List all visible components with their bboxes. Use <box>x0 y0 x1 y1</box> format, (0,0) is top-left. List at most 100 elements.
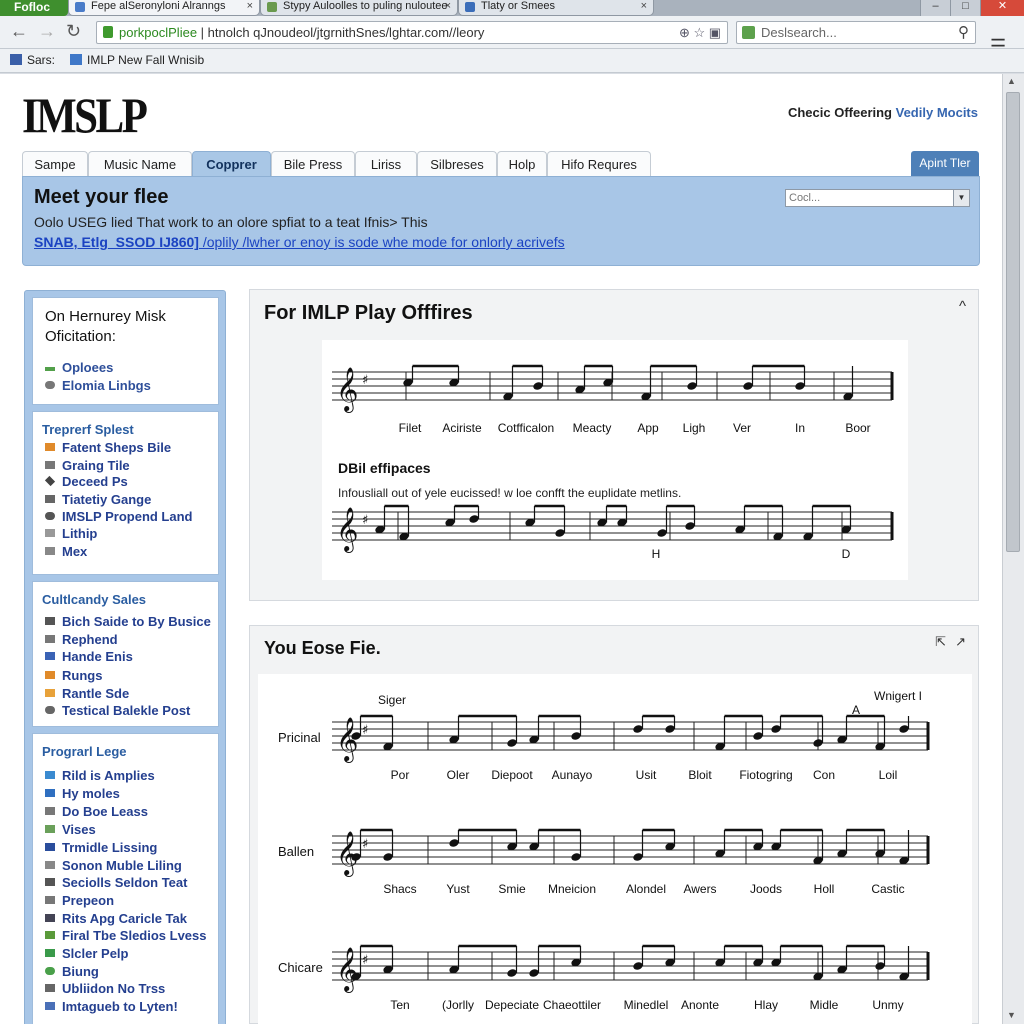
chart-icon <box>45 771 55 779</box>
sidebar-item[interactable]: Seciolls Seldon Teat <box>45 875 187 890</box>
sidebar-item[interactable]: Prepeon <box>45 893 114 908</box>
sidebar-item[interactable]: Do Boe Leass <box>45 804 148 819</box>
browser-tab-1[interactable]: Fepe alSeronyloni Alranngs × <box>68 0 260 16</box>
sidebar-box-heading: Cultlcandy Sales <box>42 592 147 607</box>
address-bar-icons[interactable]: ⊕ ☆ ▣ <box>679 22 721 43</box>
bookmark-item[interactable]: Sars: <box>10 49 55 71</box>
sidebar-item[interactable]: Biung <box>45 964 99 979</box>
sidebar-item[interactable]: Rits Apg Caricle Tak <box>45 911 187 926</box>
staff-label: Usit <box>636 768 657 782</box>
sidebar-item[interactable]: Testical Balekle Post <box>45 703 190 718</box>
tab-hifo-requres[interactable]: Hifo Requres <box>547 151 651 177</box>
sidebar-item-label: Rungs <box>62 668 103 683</box>
forward-arrow-icon[interactable]: → <box>38 21 56 42</box>
sidebar-item-label: Firal Tbe Sledios Lvess <box>62 928 207 943</box>
staff-label: Minedlel <box>624 998 669 1012</box>
staff-label: Unmy <box>872 998 903 1012</box>
collapse-icon[interactable]: ^ <box>959 298 966 315</box>
sidebar-item[interactable]: Ubliidon No Trss <box>45 981 165 996</box>
site-logo[interactable]: IMSLP <box>22 86 148 144</box>
minimize-button[interactable]: – <box>920 0 950 16</box>
globe-icon <box>45 967 55 975</box>
sidebar-item[interactable]: Vises <box>45 822 96 837</box>
tab-liriss[interactable]: Liriss <box>355 151 417 177</box>
sidebar-item[interactable]: Rantle Sde <box>45 686 129 701</box>
sidebar-item[interactable]: Rephend <box>45 632 118 647</box>
scroll-down-icon[interactable]: ▼ <box>1007 1010 1016 1020</box>
add-button[interactable]: Apint Tler <box>911 151 979 176</box>
staff-label: Loil <box>879 768 898 782</box>
expand-icon[interactable]: ⇱ <box>935 634 946 650</box>
bullet-icon <box>45 367 55 371</box>
sidebar-item[interactable]: Hande Enis <box>45 649 133 664</box>
vertical-scrollbar[interactable]: ▲ ▼ <box>1002 74 1024 1024</box>
chevron-down-icon[interactable]: ▼ <box>953 190 969 206</box>
sidebar-box-heading: Prograrl Lege <box>42 744 127 759</box>
browser-tab-title: Stypy Auloolles to puling nuloutee <box>283 0 448 12</box>
close-window-button[interactable]: ✕ <box>980 0 1024 16</box>
sidebar-item[interactable]: Lithip <box>45 526 97 541</box>
browser-tab-2[interactable]: Stypy Auloolles to puling nuloutee × <box>260 0 458 16</box>
staff-label: Alondel <box>626 882 666 896</box>
image-icon <box>45 547 55 555</box>
select-placeholder: Cocl... <box>789 192 821 204</box>
open-external-icon[interactable]: ↗ <box>955 634 966 650</box>
bookmark-item[interactable]: IMLP New Fall Wnisib <box>70 49 204 71</box>
address-bar[interactable]: porkpoclPliee | htnolch qJnoudeol/jtgrni… <box>96 21 728 44</box>
tab-sampe[interactable]: Sampe <box>22 151 88 177</box>
sidebar-item-label: Deceed Ps <box>62 474 128 489</box>
tab-holp[interactable]: Holp <box>497 151 547 177</box>
sidebar-item-label: Testical Balekle Post <box>62 703 191 718</box>
close-tab-icon[interactable]: × <box>247 0 253 13</box>
scroll-up-icon[interactable]: ▲ <box>1007 76 1016 86</box>
sidebar-item[interactable]: IMSLP Propend Land <box>45 509 193 524</box>
sidebar-item[interactable]: Fatent Sheps Bile <box>45 440 171 455</box>
staff-label: Chaeottiler <box>543 998 601 1012</box>
close-tab-icon[interactable]: × <box>641 0 647 13</box>
sidebar-item[interactable]: Graing Tile <box>45 458 130 473</box>
tab-bile-press[interactable]: Bile Press <box>271 151 355 177</box>
sidebar-box-cultlcandy: Cultlcandy Sales Bich Saide to By Busice… <box>32 581 219 727</box>
staff-label: App <box>637 421 659 435</box>
staff-label: Ligh <box>683 421 706 435</box>
search-icon[interactable]: ⚲ <box>958 22 969 43</box>
marker-label: A <box>852 703 860 717</box>
tab-silbreses[interactable]: Silbreses <box>417 151 497 177</box>
sidebar-item-oploees[interactable]: Oploees <box>45 360 113 375</box>
list-icon <box>45 861 55 869</box>
sidebar-item[interactable]: Sonon Muble Liling <box>45 858 182 873</box>
staff-label: Oler <box>447 768 470 782</box>
close-tab-icon[interactable]: × <box>445 0 451 13</box>
browser-search-input[interactable]: Deslsearch... ⚲ <box>736 21 976 44</box>
sidebar-item[interactable]: Trmidle Lissing <box>45 840 157 855</box>
banner-link[interactable]: SNAB, Etlg_SSOD IJ860] /oplily /lwher or… <box>34 234 565 250</box>
sidebar-item-label: Sonon Muble Liling <box>62 858 182 873</box>
back-arrow-icon[interactable]: ← <box>10 21 28 42</box>
tab-copprer[interactable]: Copprer <box>192 151 271 177</box>
sidebar-item[interactable]: Rungs <box>45 668 102 683</box>
sidebar-item[interactable]: Slcler Pelp <box>45 946 128 961</box>
tab-music-name[interactable]: Music Name <box>88 151 192 177</box>
top-right-link[interactable]: Vedily Mocits <box>896 105 978 120</box>
sidebar-item[interactable]: Mex <box>45 544 87 559</box>
sidebar-item[interactable]: Imtagueb to Lyten! <box>45 999 178 1014</box>
banner-link-text: /oplily /lwher or enoy is sode whe mode … <box>198 234 565 250</box>
sidebar-item-elomia[interactable]: Elomia Linbgs <box>45 378 151 393</box>
sidebar-item[interactable]: Bich Saide to By Busice <box>45 614 211 629</box>
sidebar-item[interactable]: Deceed Ps <box>44 474 128 489</box>
sidebar-item-label: Rild is Amplies <box>62 768 155 783</box>
sidebar-item-label: Oploees <box>62 360 114 375</box>
reload-icon[interactable]: ↻ <box>66 21 81 42</box>
browser-app-button[interactable]: Fofloc <box>0 0 68 16</box>
maximize-button[interactable]: □ <box>950 0 980 16</box>
banner-select[interactable]: Cocl... ▼ <box>785 189 970 207</box>
sidebar-item[interactable]: Rild is Amplies <box>45 768 155 783</box>
sidebar-item[interactable]: Tiatetiy Gange <box>45 492 151 507</box>
browser-tab-3[interactable]: Tlaty or Smees × <box>458 0 654 16</box>
scrollbar-thumb[interactable] <box>1006 92 1020 552</box>
sheet-music-preview: 𝄞 ♯ Filet Aciriste Cotfficalon Meacty App Ligh… <box>322 340 908 580</box>
sidebar-item[interactable]: Hy moles <box>45 786 120 801</box>
bookmark-icon <box>70 54 82 65</box>
sidebar-item[interactable]: Firal Tbe Sledios Lvess <box>45 928 207 943</box>
sidebar-box-treprerf: Treprerf Splest Fatent Sheps Bile Graing… <box>32 411 219 575</box>
